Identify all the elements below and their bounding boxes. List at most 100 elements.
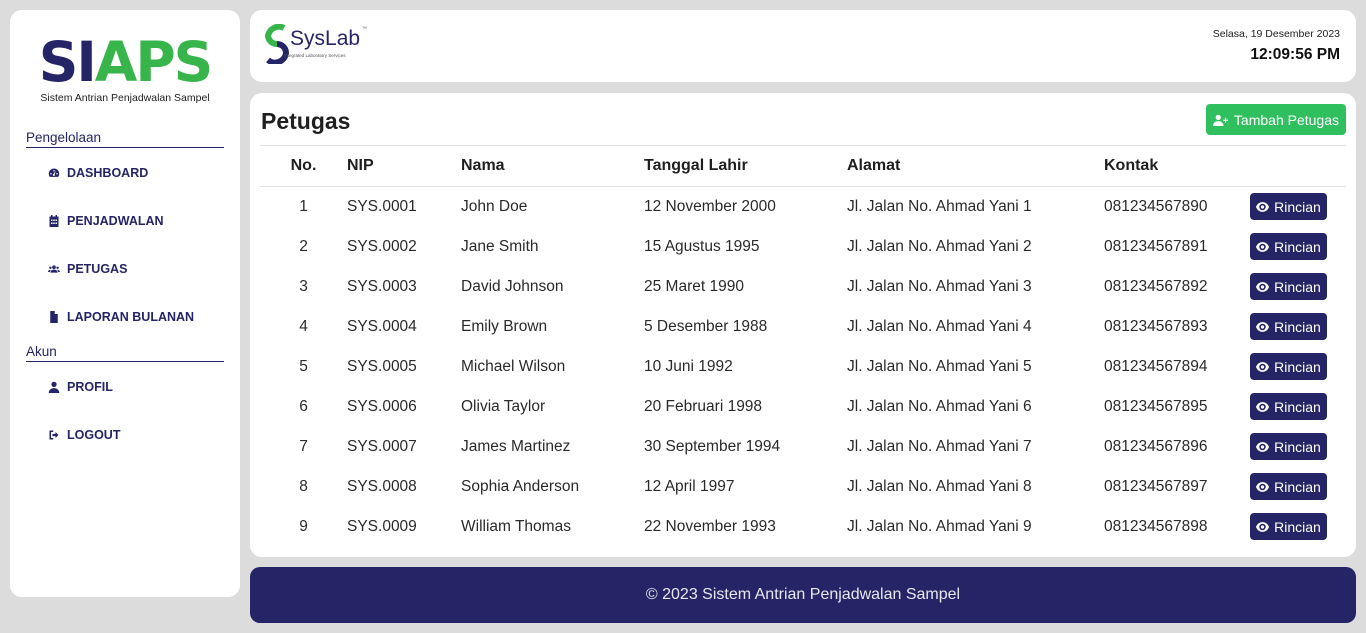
rincian-button[interactable]: Rincian xyxy=(1250,273,1327,300)
petugas-table: No. NIP Nama Tanggal Lahir Alamat Kontak… xyxy=(260,145,1346,547)
cell-alamat: Jl. Jalan No. Ahmad Yani 1 xyxy=(847,197,1032,215)
sidebar-item-label: DASHBOARD xyxy=(67,166,149,180)
cell-kontak: 081234567892 xyxy=(1104,277,1208,295)
cell-nama: Emily Brown xyxy=(461,317,548,335)
rincian-button[interactable]: Rincian xyxy=(1250,513,1327,540)
table-row: 5 SYS.0005 Michael Wilson 10 Juni 1992 Jl. J… xyxy=(260,347,1346,387)
cell-tanggal-lahir: 20 Februari 1998 xyxy=(644,397,763,415)
cell-tanggal-lahir: 12 November 2000 xyxy=(644,197,776,215)
section-title-pengelolaan: Pengelolaan xyxy=(26,130,224,148)
cell-kontak: 081234567891 xyxy=(1104,237,1208,255)
logout-icon xyxy=(49,430,59,440)
cell-no: 8 xyxy=(299,477,308,495)
cell-action: Rincian xyxy=(1250,267,1346,307)
rincian-button[interactable]: Rincian xyxy=(1250,233,1327,260)
eye-icon xyxy=(1256,401,1270,412)
sidebar-item-logout[interactable]: LOGOUT xyxy=(48,428,120,442)
rincian-button[interactable]: Rincian xyxy=(1250,393,1327,420)
cell-action: Rincian xyxy=(1250,347,1346,387)
gauge-icon xyxy=(48,168,60,177)
cell-nama: Sophia Anderson xyxy=(461,477,580,495)
petugas-panel: Petugas Tambah Petugas No. NIP Nama Tang… xyxy=(250,93,1356,557)
eye-icon xyxy=(1256,441,1270,452)
cell-nip: SYS.0004 xyxy=(347,317,417,335)
sidebar: SIAPS Sistem Antrian Penjadwalan Sampel … xyxy=(10,10,240,597)
tambah-petugas-label: Tambah Petugas xyxy=(1233,111,1339,128)
cell-tanggal-lahir: 25 Maret 1990 xyxy=(644,277,744,295)
user-plus-icon xyxy=(1212,114,1228,126)
file-icon xyxy=(50,311,58,323)
cell-tanggal-lahir: 30 September 1994 xyxy=(644,437,781,455)
cell-kontak: 081234567896 xyxy=(1104,437,1208,455)
rincian-label: Rincian xyxy=(1274,198,1321,215)
sidebar-item-petugas[interactable]: PETUGAS xyxy=(48,262,127,276)
cell-alamat: Jl. Jalan No. Ahmad Yani 9 xyxy=(847,517,1032,535)
users-icon xyxy=(48,265,60,273)
cell-kontak: 081234567894 xyxy=(1104,357,1208,375)
cell-nama: Jane Smith xyxy=(461,237,539,255)
cell-tanggal-lahir: 15 Agustus 1995 xyxy=(644,237,760,255)
cell-action: Rincian xyxy=(1250,427,1346,467)
cell-nama: James Martinez xyxy=(461,437,571,455)
rincian-button[interactable]: Rincian xyxy=(1250,313,1327,340)
rincian-button[interactable]: Rincian xyxy=(1250,473,1327,500)
eye-icon xyxy=(1256,481,1270,492)
cell-no: 3 xyxy=(299,277,308,295)
cell-nip: SYS.0001 xyxy=(347,197,417,215)
cell-no: 1 xyxy=(299,197,308,215)
cell-action: Rincian xyxy=(1250,387,1346,427)
cell-action: Rincian xyxy=(1250,307,1346,347)
cell-alamat: Jl. Jalan No. Ahmad Yani 4 xyxy=(847,317,1032,335)
sidebar-item-profil[interactable]: PROFIL xyxy=(48,380,113,394)
cell-action: Rincian xyxy=(1250,227,1346,267)
column-header-tanggal-lahir: Tanggal Lahir xyxy=(644,157,748,174)
tambah-petugas-button[interactable]: Tambah Petugas xyxy=(1205,104,1346,135)
cell-no: 5 xyxy=(299,357,308,375)
brand-name: SysLab xyxy=(290,27,361,50)
logo-wordmark: SIAPS xyxy=(38,30,214,94)
brand-trademark: ™ xyxy=(362,26,367,32)
sidebar-item-penjadwalan[interactable]: PENJADWALAN xyxy=(48,214,164,228)
cell-tanggal-lahir: 10 Juni 1992 xyxy=(644,357,733,375)
cell-nip: SYS.0006 xyxy=(347,397,417,415)
cell-no: 6 xyxy=(299,397,308,415)
cell-action: Rincian xyxy=(1250,507,1346,547)
cell-nip: SYS.0007 xyxy=(347,437,417,455)
cell-nip: SYS.0005 xyxy=(347,357,417,375)
current-time: 12:09:56 PM xyxy=(1250,46,1340,63)
rincian-button[interactable]: Rincian xyxy=(1250,193,1327,221)
sidebar-item-label: PENJADWALAN xyxy=(67,214,164,228)
cell-nama: William Thomas xyxy=(461,517,571,535)
cell-nama: Olivia Taylor xyxy=(461,397,546,415)
cell-alamat: Jl. Jalan No. Ahmad Yani 8 xyxy=(847,477,1032,495)
cell-kontak: 081234567897 xyxy=(1104,477,1208,495)
brand-tagline: Integrated Laboratory Services xyxy=(284,53,346,58)
table-row: 4 SYS.0004 Emily Brown 5 Desember 1988 Jl. J… xyxy=(260,307,1346,347)
table-row: 9 SYS.0009 William Thomas 22 November 1993 J… xyxy=(260,507,1346,547)
rincian-label: Rincian xyxy=(1274,358,1321,375)
cell-alamat: Jl. Jalan No. Ahmad Yani 2 xyxy=(847,237,1032,255)
table-row: 8 SYS.0008 Sophia Anderson 12 April 1997 Jl.… xyxy=(260,467,1346,507)
table-row: 6 SYS.0006 Olivia Taylor 20 Februari 1998 Jl… xyxy=(260,387,1346,427)
cell-nama: John Doe xyxy=(461,197,528,215)
cell-no: 7 xyxy=(299,437,308,455)
sidebar-item-laporan-bulanan[interactable]: LAPORAN BULANAN xyxy=(48,310,194,324)
rincian-label: Rincian xyxy=(1274,398,1321,415)
cell-alamat: Jl. Jalan No. Ahmad Yani 5 xyxy=(847,357,1032,375)
cell-alamat: Jl. Jalan No. Ahmad Yani 7 xyxy=(847,437,1032,455)
section-title-akun: Akun xyxy=(26,344,224,362)
column-header-kontak: Kontak xyxy=(1104,157,1159,174)
eye-icon xyxy=(1256,521,1270,532)
rincian-button[interactable]: Rincian xyxy=(1250,433,1327,460)
column-header-alamat: Alamat xyxy=(847,157,901,174)
cell-kontak: 081234567893 xyxy=(1104,317,1208,335)
eye-icon xyxy=(1256,281,1270,292)
calendar-icon xyxy=(49,215,59,227)
syslab-logo: SysLab ™ Integrated Laboratory Services xyxy=(264,24,374,68)
table-row: 1 SYS.0001 John Doe 12 November 2000 Jl. Jal… xyxy=(260,187,1346,227)
rincian-button[interactable]: Rincian xyxy=(1250,353,1327,380)
sidebar-item-dashboard[interactable]: DASHBOARD xyxy=(48,166,148,180)
rincian-label: Rincian xyxy=(1274,318,1321,335)
sidebar-item-label: LOGOUT xyxy=(67,428,121,442)
cell-tanggal-lahir: 12 April 1997 xyxy=(644,477,735,495)
